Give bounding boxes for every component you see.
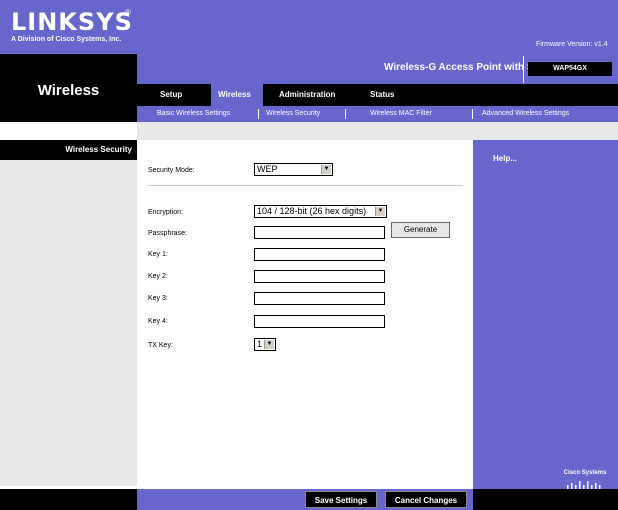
generate-button[interactable]: Generate (391, 222, 450, 238)
tab-status[interactable]: Status (370, 90, 394, 99)
section-title: Wireless (37, 82, 100, 99)
dropdown-arrow-icon: ▼ (264, 340, 274, 349)
spacer-bar (137, 122, 618, 140)
txkey-value: 1 (257, 339, 263, 349)
help-link[interactable]: Help... (493, 154, 517, 163)
key4-label: Key 4: (148, 318, 168, 325)
txkey-label: TX Key: (148, 342, 173, 349)
security-mode-label: Security Mode: (148, 167, 195, 174)
footer-right (473, 489, 618, 510)
dropdown-arrow-icon: ▼ (321, 165, 331, 174)
cisco-logo-icon (567, 481, 601, 489)
logo-subtitle: A Division of Cisco Systems, Inc. (11, 36, 122, 43)
registered-mark: ® (125, 8, 131, 17)
security-mode-value: WEP (257, 164, 278, 174)
key1-input[interactable] (254, 248, 385, 261)
cancel-changes-button[interactable]: Cancel Changes (385, 491, 467, 508)
help-column (473, 140, 618, 489)
product-divider (523, 56, 524, 83)
encryption-value: 104 / 128-bit (26 hex digits) (257, 206, 367, 216)
key1-label: Key 1: (148, 251, 168, 258)
left-column (0, 140, 137, 486)
txkey-select[interactable]: 1 ▼ (254, 338, 276, 351)
cisco-logo-text: Cisco Systems (563, 470, 607, 476)
firmware-version: Firmware Version: v1.4 (536, 41, 608, 48)
encryption-label: Encryption: (148, 209, 184, 216)
subtab-separator (345, 109, 346, 119)
key2-input[interactable] (254, 270, 385, 283)
tab-wireless[interactable]: Wireless (218, 90, 251, 99)
key4-input[interactable] (254, 315, 385, 328)
left-section-title: Wireless Security (65, 145, 132, 154)
subtab-advanced-wireless[interactable]: Advanced Wireless Settings (482, 110, 569, 117)
dropdown-arrow-icon: ▼ (375, 207, 385, 216)
form-divider (148, 185, 463, 186)
subtab-mac-filter[interactable]: Wireless MAC Filter (370, 110, 432, 117)
encryption-select[interactable]: 104 / 128-bit (26 hex digits) ▼ (254, 205, 387, 218)
footer-left (0, 489, 137, 510)
linksys-logo: LINKSYS (11, 8, 133, 36)
passphrase-input[interactable] (254, 226, 385, 239)
tab-administration[interactable]: Administration (279, 90, 335, 99)
security-mode-select[interactable]: WEP ▼ (254, 163, 333, 176)
save-settings-button[interactable]: Save Settings (305, 491, 377, 508)
tab-setup[interactable]: Setup (160, 90, 182, 99)
subtab-wireless-security[interactable]: Wireless Security (266, 110, 320, 117)
model-badge: WAP54GX (528, 62, 612, 76)
subtab-separator (472, 109, 473, 119)
subtab-basic-wireless[interactable]: Basic Wireless Settings (157, 110, 230, 117)
key2-label: Key 2: (148, 273, 168, 280)
key3-input[interactable] (254, 292, 385, 305)
key3-label: Key 3: (148, 295, 168, 302)
subtab-separator (258, 109, 259, 119)
passphrase-label: Passphrase: (148, 230, 187, 237)
